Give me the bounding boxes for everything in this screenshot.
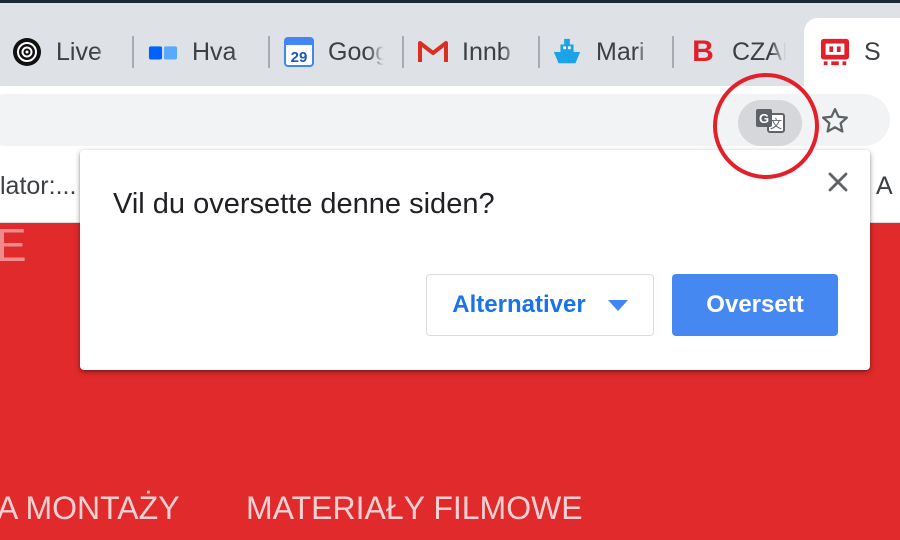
nav-item-montazy[interactable]: A MONTAŻY (0, 490, 180, 527)
tab-title: Live (56, 37, 102, 66)
translate-page-button-label: Oversett (706, 291, 804, 318)
caret-down-icon (607, 299, 628, 311)
calendar-icon: 29 (284, 37, 314, 67)
tab-marine[interactable]: Mari (552, 24, 674, 80)
tab-title: S (864, 37, 881, 66)
tab-czar[interactable]: B CZAR (688, 24, 804, 80)
tab-separator (672, 36, 674, 68)
site-logo-icon (820, 37, 850, 67)
svg-text:29: 29 (291, 49, 308, 66)
bookmark-item[interactable]: lator:... (0, 172, 76, 201)
tab-separator (268, 36, 270, 68)
tab-inbox[interactable]: Innb (418, 24, 540, 80)
translate-dialog: Vil du oversette denne siden? Alternativ… (80, 150, 870, 370)
page-partial-heading: E (0, 219, 27, 271)
folders-icon (148, 37, 178, 67)
bookmark-item[interactable]: A (876, 172, 893, 201)
tab-google-calendar[interactable]: 29 Goog (284, 24, 404, 80)
tab-title: Mari (596, 37, 645, 66)
translate-question: Vil du oversette denne siden? (113, 188, 495, 220)
translate-page-button[interactable]: Oversett (672, 274, 838, 336)
close-icon[interactable] (824, 168, 852, 196)
options-button[interactable]: Alternativer (426, 274, 654, 336)
options-button-label: Alternativer (452, 291, 586, 318)
tab-separator (132, 36, 134, 68)
tab-live[interactable]: Live (12, 24, 134, 80)
tab-active-site[interactable]: S (804, 18, 900, 86)
b-logo-icon: B (692, 35, 714, 68)
annotation-circle (713, 73, 819, 179)
tab-separator (402, 36, 404, 68)
bookmark-star-button[interactable] (815, 100, 855, 146)
ship-icon (552, 37, 582, 67)
tab-title: Goog (328, 37, 384, 66)
tab-hva[interactable]: Hva (148, 24, 270, 80)
tab-title: CZAR (732, 37, 786, 66)
broadcast-icon (12, 37, 42, 67)
tab-title: Hva (192, 37, 237, 66)
gmail-icon (418, 37, 448, 67)
tab-title: Innb (462, 37, 511, 66)
star-icon (820, 106, 850, 141)
tab-separator (538, 36, 540, 68)
nav-item-materialy-filmowe[interactable]: MATERIAŁY FILMOWE (246, 490, 583, 527)
